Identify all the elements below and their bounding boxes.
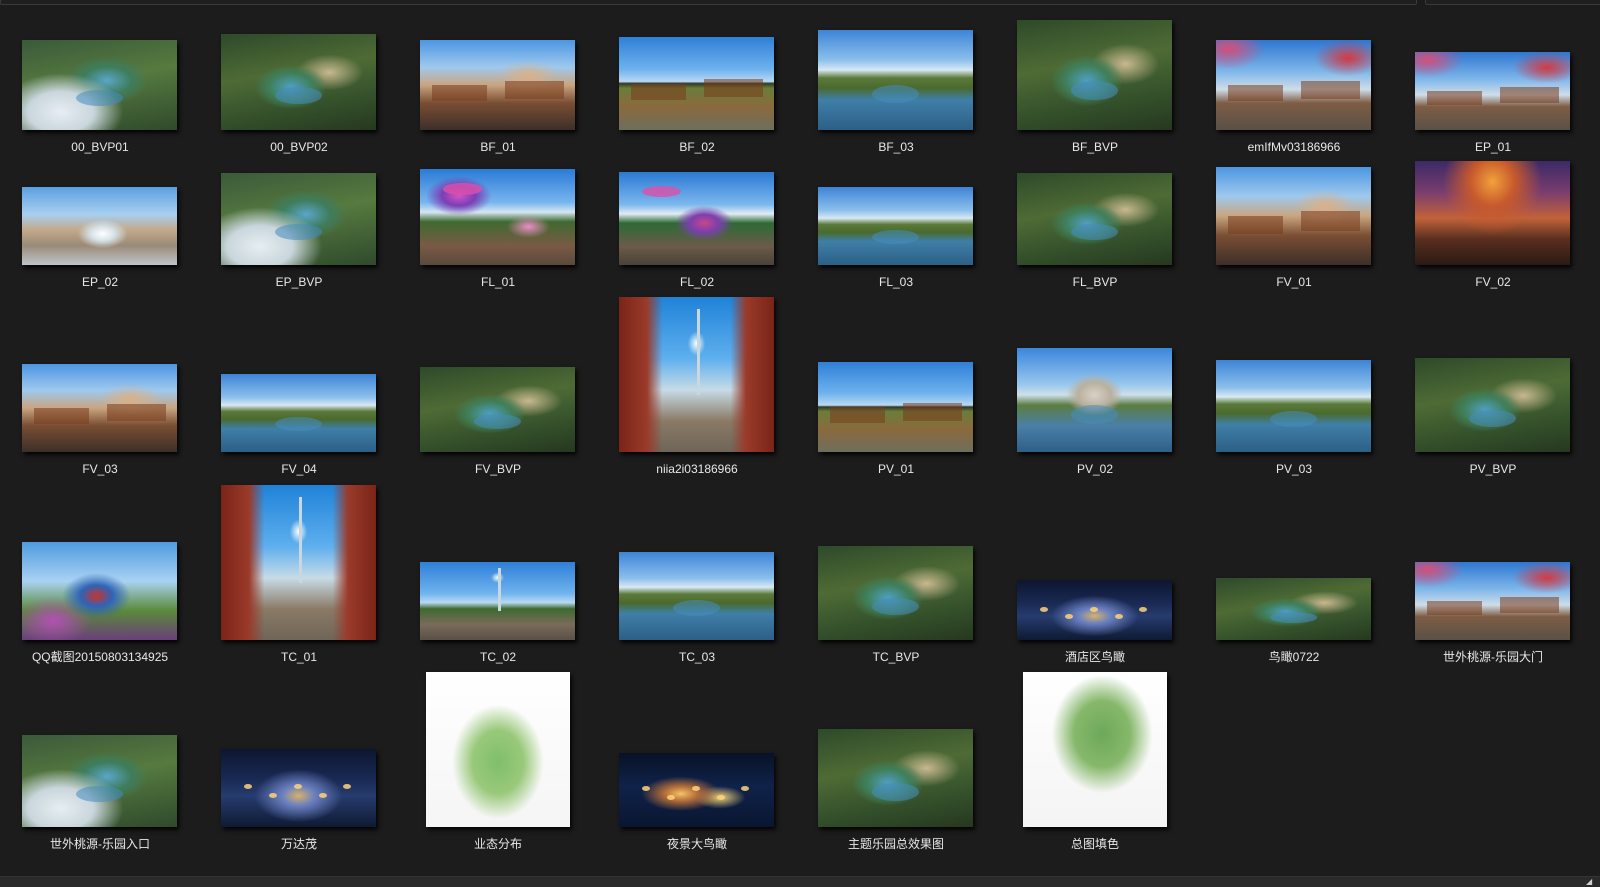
thumbnail-frame	[1216, 0, 1371, 640]
resize-grip-icon[interactable]: ◢	[1586, 878, 1592, 886]
thumbnail-frame	[1415, 0, 1570, 640]
file-name-label: 业态分布	[473, 837, 522, 851]
image-thumbnail[interactable]	[619, 753, 774, 827]
thumbnail-frame	[221, 0, 376, 827]
image-thumbnail[interactable]	[22, 735, 177, 827]
image-thumbnail[interactable]	[818, 729, 973, 827]
thumbnail-frame	[22, 0, 177, 827]
thumbnail-frame	[619, 0, 774, 827]
thumbnail-frame	[818, 0, 973, 827]
image-thumbnail[interactable]	[221, 749, 376, 827]
file-name-label: 鸟瞰0722	[1268, 650, 1320, 664]
file-name-label: 夜景大鸟瞰	[666, 837, 727, 851]
thumbnail-frame	[420, 0, 575, 827]
file-name-label: 世外桃源-乐园大门	[1443, 650, 1543, 664]
image-thumbnail[interactable]	[425, 672, 570, 827]
thumbnail-frame	[1017, 0, 1172, 827]
file-name-label: 主题乐园总效果图	[847, 837, 944, 851]
file-name-label: 万达茂	[280, 837, 317, 851]
status-bar: ◢	[0, 876, 1600, 887]
file-grid: 00_BVP01 00_BVP02 BF_01 BF_02 BF_03 BF_BVP emI…	[0, 0, 1600, 870]
file-name-label: 总图填色	[1070, 837, 1119, 851]
image-thumbnail[interactable]	[1022, 672, 1167, 827]
file-name-label: 世外桃源-乐园入口	[50, 837, 150, 851]
image-thumbnail[interactable]	[1415, 562, 1570, 640]
image-thumbnail[interactable]	[1216, 578, 1371, 640]
